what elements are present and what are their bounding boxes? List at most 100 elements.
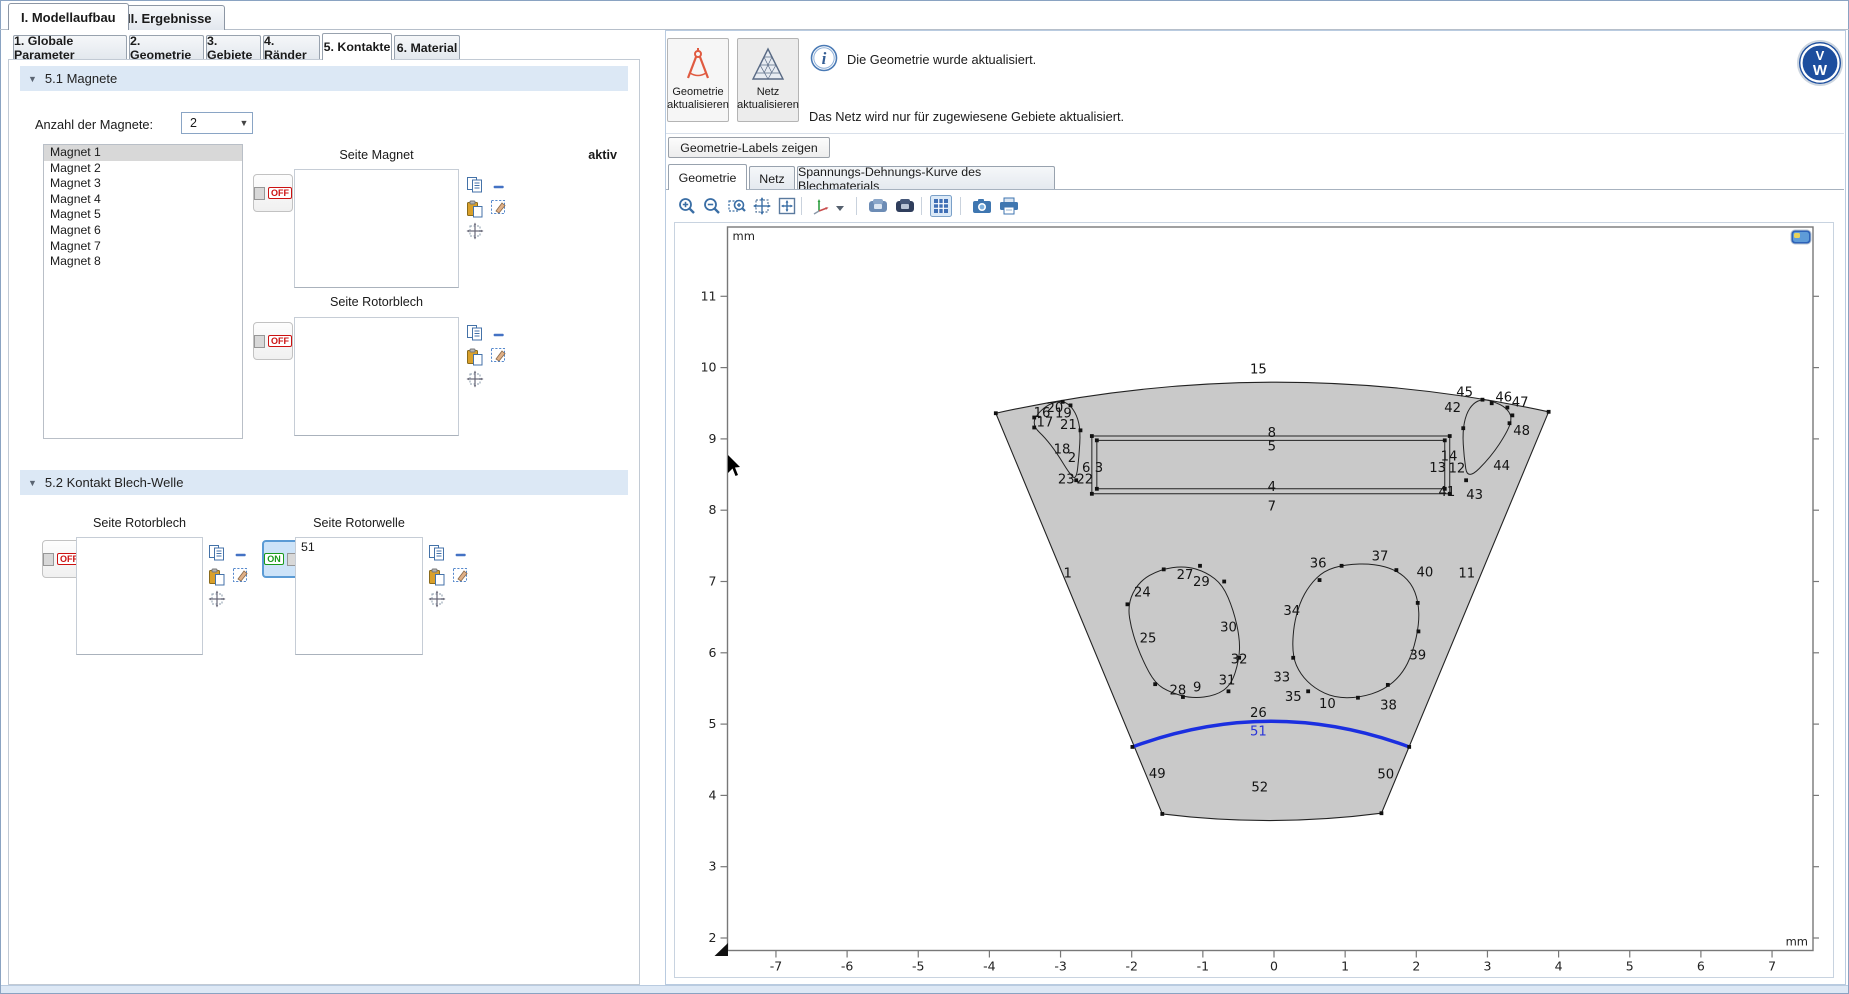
- toggle-state-label: OFF: [268, 335, 292, 347]
- update-mesh-button[interactable]: Netz aktualisieren: [737, 38, 799, 122]
- magnet-list-item[interactable]: Magnet 1: [44, 145, 242, 161]
- magnet-list-item[interactable]: Magnet 5: [44, 207, 242, 223]
- subtab-gebiete[interactable]: 3. Gebiete: [206, 35, 261, 59]
- group-title-seite-rotorblech: Seite Rotorblech: [294, 295, 459, 309]
- subtab-label: 6. Material: [397, 41, 458, 55]
- vertex-marker: [1464, 478, 1468, 482]
- selection-box-seite-rotorwelle[interactable]: 51: [295, 537, 423, 655]
- copy-selection-icon[interactable]: [208, 544, 226, 562]
- paste-selection-icon[interactable]: [466, 348, 484, 366]
- chevron-down-icon: ▼: [236, 118, 252, 128]
- toggle-seite-rotorblech[interactable]: OFF: [253, 322, 293, 360]
- geometry-label: 50: [1377, 768, 1394, 783]
- vertex-marker: [1510, 413, 1514, 417]
- viewtab-netz[interactable]: Netz: [749, 166, 795, 190]
- viewtab-geometrie[interactable]: Geometrie: [668, 164, 747, 190]
- main-tab-baseline: [0, 29, 1849, 30]
- magnet-list-item[interactable]: Magnet 6: [44, 223, 242, 239]
- printer-icon[interactable]: [999, 197, 1019, 215]
- image-snapshot-icon[interactable]: [868, 197, 888, 215]
- remove-selection-icon[interactable]: [234, 546, 249, 564]
- viewtab-spannungs-dehnungs-kurve[interactable]: Spannungs-Dehnungs-Kurve des Blechmateri…: [797, 166, 1055, 190]
- info-icon: i: [810, 44, 838, 72]
- magnet-list-item[interactable]: Magnet 4: [44, 192, 242, 208]
- selection-box-kontakt-rotorblech[interactable]: [76, 537, 203, 655]
- copy-selection-icon[interactable]: [466, 324, 484, 342]
- magnet-list-item[interactable]: Magnet 7: [44, 239, 242, 255]
- show-geometry-labels-button[interactable]: Geometrie-Labels zeigen: [668, 137, 830, 158]
- copy-selection-icon[interactable]: [466, 176, 484, 194]
- subtab-raender[interactable]: 4. Ränder: [263, 35, 320, 59]
- camera-icon[interactable]: [972, 197, 992, 215]
- anzahl-magnete-select[interactable]: 2 ▼: [181, 112, 253, 134]
- subtab-geometrie[interactable]: 2. Geometrie: [129, 35, 204, 59]
- view-orientation-icon[interactable]: [812, 197, 830, 215]
- contact-edge-label: 51: [1250, 725, 1267, 740]
- copy-selection-icon[interactable]: [428, 544, 446, 562]
- subtab-material[interactable]: 6. Material: [394, 35, 460, 59]
- geometry-label: 32: [1231, 653, 1248, 668]
- subtab-label: 1. Globale Parameter: [14, 34, 126, 62]
- geometry-label: 10: [1319, 697, 1336, 712]
- magnet-list-item[interactable]: Magnet 3: [44, 176, 242, 192]
- paste-selection-icon[interactable]: [428, 568, 446, 586]
- vertex-marker: [1417, 630, 1421, 634]
- magnet-list-item[interactable]: Magnet 8: [44, 254, 242, 270]
- collapse-triangle-icon: ▼: [28, 74, 37, 84]
- remove-selection-icon[interactable]: [492, 326, 507, 344]
- geometry-label: 40: [1416, 566, 1433, 581]
- remove-selection-icon[interactable]: [492, 178, 507, 196]
- remove-selection-icon[interactable]: [454, 546, 469, 564]
- zoom-to-selection-icon[interactable]: [428, 590, 446, 608]
- zoom-to-selection-icon[interactable]: [208, 590, 226, 608]
- vertex-marker: [1126, 602, 1130, 606]
- image-snapshot-dark-icon[interactable]: [895, 197, 915, 215]
- y-tick-label: 5: [709, 716, 717, 731]
- zoom-in-icon[interactable]: [678, 197, 696, 215]
- tab-modellaufbau[interactable]: I. Modellaufbau: [8, 3, 129, 30]
- zoom-to-selection-icon[interactable]: [466, 222, 484, 240]
- clear-selection-icon[interactable]: [490, 199, 508, 217]
- selection-entry[interactable]: 51: [301, 540, 417, 554]
- subtab-label: 5. Kontakte: [324, 40, 391, 54]
- clear-selection-icon[interactable]: [490, 347, 508, 365]
- fit-window-icon[interactable]: [778, 197, 796, 215]
- zoom-box-icon[interactable]: [728, 197, 746, 215]
- grid-toggle-icon[interactable]: [930, 195, 952, 217]
- vertex-marker: [1380, 811, 1384, 815]
- plot-marker-icon: [1790, 228, 1812, 246]
- vertex-marker: [1508, 421, 1512, 425]
- section-magnete-header[interactable]: ▼ 5.1 Magnete: [20, 66, 628, 91]
- x-tick-label: -2: [1125, 959, 1137, 974]
- y-tick-label: 6: [709, 645, 717, 660]
- magnet-list[interactable]: Magnet 1Magnet 2Magnet 3Magnet 4Magnet 5…: [43, 144, 243, 439]
- group-title-seite-rotorwelle: Seite Rotorwelle: [295, 516, 423, 530]
- zoom-to-selection-icon[interactable]: [466, 370, 484, 388]
- geometry-label: 36: [1310, 556, 1327, 571]
- x-tick-label: -1: [1197, 959, 1209, 974]
- view-orientation-dropdown-icon[interactable]: [834, 202, 846, 214]
- clear-selection-icon[interactable]: [232, 567, 250, 585]
- zoom-extents-icon[interactable]: [753, 197, 771, 215]
- section-kontakt-header[interactable]: ▼ 5.2 Kontakt Blech-Welle: [20, 470, 628, 495]
- update-geometry-button[interactable]: Geometrie aktualisieren: [667, 38, 729, 122]
- paste-selection-icon[interactable]: [208, 568, 226, 586]
- tab-ergebnisse[interactable]: II. Ergebnisse: [114, 5, 225, 30]
- info-geometry-text: Die Geometrie wurde aktualisiert.: [847, 52, 1036, 67]
- clear-selection-icon[interactable]: [452, 567, 470, 585]
- selection-box-seite-rotorblech[interactable]: [294, 317, 459, 436]
- toggle-seite-magnet[interactable]: OFF: [253, 174, 293, 212]
- update-mesh-label: Netz aktualisieren: [737, 86, 799, 112]
- selection-box-seite-magnet[interactable]: [294, 169, 459, 288]
- vertex-marker: [1198, 564, 1202, 568]
- x-tick-label: 3: [1483, 959, 1491, 974]
- zoom-out-icon[interactable]: [703, 197, 721, 215]
- geometry-label: 18: [1054, 442, 1071, 457]
- anzahl-magnete-label: Anzahl der Magnete:: [35, 117, 153, 132]
- subtab-kontakte[interactable]: 5. Kontakte: [322, 33, 392, 60]
- vertex-marker: [1443, 438, 1447, 442]
- magnet-list-item[interactable]: Magnet 2: [44, 161, 242, 177]
- paste-selection-icon[interactable]: [466, 200, 484, 218]
- geometry-plot[interactable]: -7-6-5-4-3-2-101234567234567891011mmmm12…: [674, 222, 1834, 978]
- subtab-globale-parameter[interactable]: 1. Globale Parameter: [13, 35, 127, 59]
